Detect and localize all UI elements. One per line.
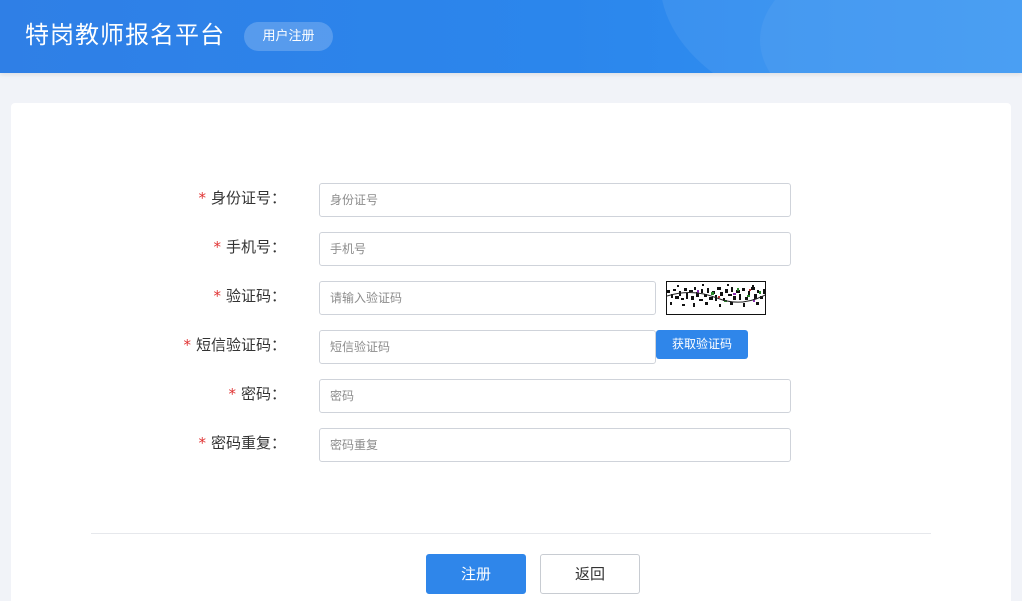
required-mark: *	[198, 434, 206, 452]
field-label: * 短信验证码：	[183, 330, 286, 364]
app-title: 特岗教师报名平台	[25, 21, 225, 49]
required-mark: *	[198, 189, 206, 207]
captcha-noise-graphic	[667, 284, 765, 307]
password-input[interactable]	[319, 379, 791, 413]
top-header: 特岗教师报名平台 用户注册	[0, 0, 1022, 73]
page-badge: 用户注册	[244, 22, 333, 51]
form-divider	[91, 533, 931, 534]
password-label: 密码：	[240, 385, 286, 403]
field-label: * 验证码：	[213, 281, 286, 315]
sms-code-input[interactable]	[319, 330, 656, 364]
field-label: * 密码：	[228, 379, 286, 413]
phone-label: 手机号：	[225, 238, 286, 256]
form-row-sms-code: *短信验证码： 获取验证码	[11, 330, 1011, 364]
captcha-image-icon[interactable]	[666, 281, 766, 315]
password-repeat-input[interactable]	[319, 428, 791, 462]
field-label: * 手机号：	[213, 232, 286, 266]
form-row-password: * 密码：	[11, 379, 1011, 413]
required-mark: *	[213, 287, 221, 305]
field-label: * 密码重复：	[198, 428, 286, 462]
form-row-captcha: * 验证码：	[11, 281, 1011, 315]
required-mark: *	[228, 385, 236, 403]
form-row-id-number: * 身份证号：	[11, 183, 1011, 217]
form-row-phone: * 手机号：	[11, 232, 1011, 266]
id-number-input[interactable]	[319, 183, 791, 217]
id-number-label: 身份证号：	[210, 189, 286, 207]
field-label: * 身份证号：	[198, 183, 286, 217]
registration-card: *身份证号： *手机号： *验证码：	[11, 103, 1011, 601]
captcha-label: 验证码：	[225, 287, 286, 305]
back-button[interactable]: 返回	[540, 554, 640, 594]
sms-code-label: 短信验证码：	[195, 336, 286, 354]
required-mark: *	[183, 336, 191, 354]
form-row-password-repeat: * 密码重复：	[11, 428, 1011, 462]
required-mark: *	[213, 238, 221, 256]
password-repeat-label: 密码重复：	[210, 434, 286, 452]
phone-input[interactable]	[319, 232, 791, 266]
captcha-input[interactable]	[319, 281, 656, 315]
get-sms-code-button[interactable]: 获取验证码	[656, 330, 748, 359]
header-decoration	[760, 0, 1022, 73]
register-button[interactable]: 注册	[426, 554, 526, 594]
